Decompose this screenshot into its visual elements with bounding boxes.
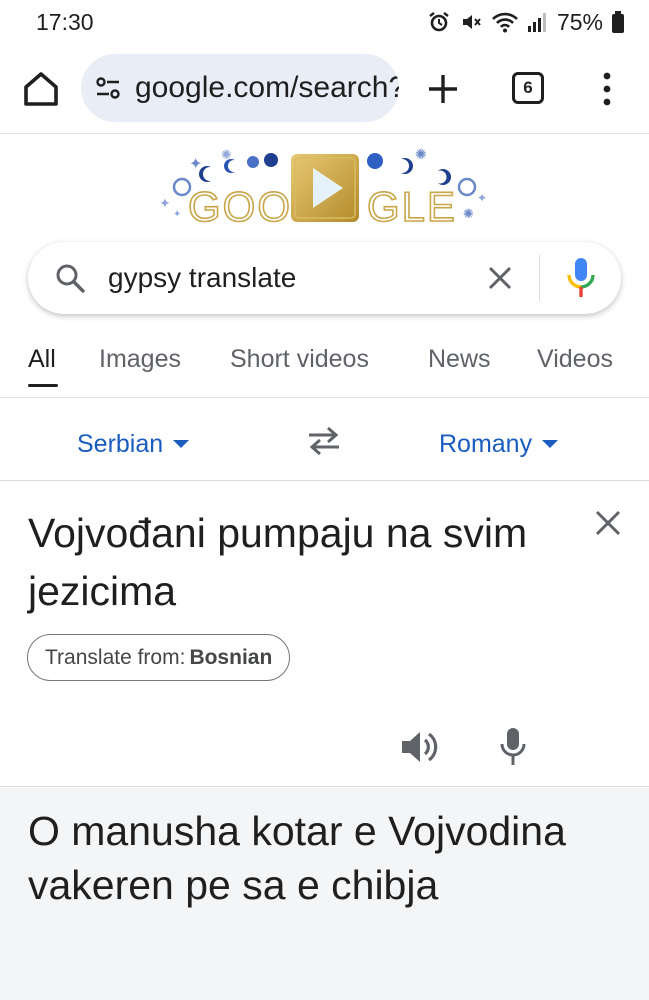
- source-text-panel: Vojvođani pumpaju na svim jezicima Trans…: [0, 482, 649, 787]
- language-selector-row: Serbian Romany: [0, 399, 649, 481]
- home-icon[interactable]: [20, 68, 62, 110]
- clear-icon[interactable]: [484, 262, 516, 294]
- tab-videos[interactable]: Videos: [537, 345, 613, 374]
- tab-all[interactable]: All: [28, 345, 56, 374]
- target-language-dropdown[interactable]: Romany: [439, 430, 559, 459]
- new-tab-icon[interactable]: [424, 70, 462, 108]
- tab-active-indicator: [28, 384, 58, 387]
- source-language-label: Serbian: [77, 430, 164, 458]
- battery-icon: [612, 11, 624, 33]
- translation-result-text: O manusha kotar e Vojvodina vakeren pe s…: [28, 808, 566, 908]
- swap-icon[interactable]: [305, 425, 343, 457]
- tab-switcher-button[interactable]: 6: [512, 72, 544, 104]
- speaker-icon[interactable]: [400, 729, 438, 765]
- close-icon[interactable]: [594, 509, 622, 537]
- status-time: 17:30: [36, 9, 94, 35]
- site-settings-icon[interactable]: [95, 75, 121, 101]
- svg-text:✦: ✦: [477, 191, 487, 205]
- menu-icon[interactable]: [596, 71, 618, 107]
- voice-input-icon[interactable]: [499, 727, 527, 767]
- status-bar: 17:30 75%: [0, 0, 649, 44]
- search-icon[interactable]: [54, 262, 86, 294]
- detected-language-prefix: Translate from:: [45, 645, 186, 669]
- svg-text:✺: ✺: [415, 147, 427, 163]
- alarm-icon: [429, 12, 449, 32]
- source-caret-icon: [173, 440, 190, 449]
- svg-text:✦: ✦: [189, 154, 202, 173]
- source-language-dropdown[interactable]: Serbian: [77, 430, 190, 459]
- source-text-input[interactable]: Vojvođani pumpaju na svim jezicima: [28, 504, 568, 620]
- svg-text:✦: ✦: [173, 209, 181, 220]
- signal-icon: [527, 13, 546, 32]
- mute-icon: [462, 15, 481, 29]
- target-caret-icon: [542, 440, 559, 449]
- svg-text:✦: ✦: [159, 196, 171, 212]
- translation-result-panel: O manusha kotar e Vojvodina vakeren pe s…: [0, 788, 649, 1000]
- status-icons: 75%: [427, 8, 625, 36]
- tab-images[interactable]: Images: [99, 345, 181, 374]
- address-bar[interactable]: google.com/search?q=gypsy+translate: [81, 54, 399, 122]
- detected-language-name: Bosnian: [189, 645, 273, 669]
- search-divider: [539, 255, 540, 301]
- browser-toolbar: google.com/search?q=gypsy+translate 6: [0, 44, 649, 134]
- doodle-letters-right: GLE: [367, 183, 457, 230]
- battery-percent: 75%: [556, 8, 603, 35]
- wifi-icon: [492, 12, 518, 33]
- detected-language-chip[interactable]: Translate from: Bosnian: [27, 634, 291, 681]
- tab-short-videos[interactable]: Short videos: [230, 345, 369, 374]
- search-tabs: All Images Short videos News Videos: [0, 330, 649, 398]
- search-input[interactable]: gypsy translate: [108, 262, 296, 294]
- target-language-label: Romany: [439, 430, 533, 458]
- svg-text:✺: ✺: [221, 148, 232, 163]
- url-text: google.com/search?q=gypsy+translate: [135, 71, 399, 104]
- svg-text:✺: ✺: [463, 207, 474, 222]
- doodle-letters-left: GOO: [188, 183, 292, 230]
- search-bar[interactable]: gypsy translate: [28, 242, 621, 314]
- tab-news[interactable]: News: [428, 345, 491, 374]
- play-icon[interactable]: [289, 152, 361, 224]
- mic-icon[interactable]: [566, 256, 596, 300]
